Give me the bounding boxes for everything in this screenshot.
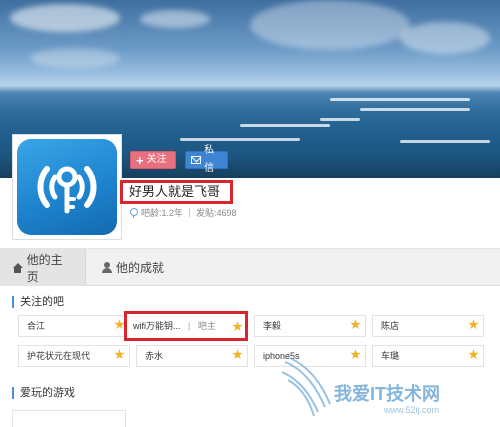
banner-cloud: [10, 4, 120, 32]
bar-name: 合江: [27, 321, 46, 331]
follow-button-label: 关注: [146, 154, 167, 165]
user-icon: [102, 262, 112, 273]
tab-achievements-label: 他的成就: [116, 261, 165, 275]
follow-button[interactable]: + 关注: [130, 151, 176, 169]
gender-icon: [130, 208, 138, 218]
star-icon[interactable]: [232, 321, 243, 332]
wing-logo-icon: [281, 357, 331, 417]
mail-icon: [191, 156, 202, 164]
bar-name: 赤水: [145, 351, 164, 361]
banner-wave: [400, 140, 490, 143]
profile-tabs: 他的主页 他的成就: [0, 248, 500, 286]
banner-wave: [360, 108, 470, 111]
star-icon[interactable]: [114, 349, 125, 360]
bar-age: 吧龄:1.2年: [141, 208, 184, 218]
followed-bar-item[interactable]: 护花状元在现代: [18, 345, 130, 367]
chip-divider: |: [188, 321, 191, 331]
username: 好男人就是飞哥: [120, 180, 233, 204]
banner-wave: [320, 118, 360, 121]
game-card[interactable]: [12, 410, 126, 427]
bar-role-tag: 吧主: [197, 321, 216, 331]
followed-bar-item[interactable]: 陈店: [372, 315, 484, 337]
bar-name: 陈店: [381, 321, 400, 331]
followed-bar-item[interactable]: 合江: [18, 315, 130, 337]
banner-wave: [330, 98, 470, 101]
followed-bar-item[interactable]: 赤水: [136, 345, 248, 367]
followed-bar-item[interactable]: 李毅: [254, 315, 366, 337]
tab-home-label: 他的主页: [26, 252, 63, 284]
plus-icon: +: [136, 152, 144, 168]
post-count: 发贴:4698: [196, 208, 237, 218]
profile-meta: 吧龄:1.2年 发贴:4698: [130, 206, 237, 219]
message-button-label: 私信: [204, 145, 215, 174]
avatar[interactable]: [12, 134, 122, 240]
banner-cloud: [140, 10, 210, 28]
wifi-key-icon: [37, 166, 97, 214]
banner-wave: [180, 138, 300, 141]
star-icon[interactable]: [350, 319, 361, 330]
banner-cloud: [250, 0, 410, 50]
star-icon[interactable]: [468, 319, 479, 330]
banner-wave: [240, 124, 330, 127]
games-title: 爱玩的游戏: [12, 387, 75, 399]
star-icon[interactable]: [232, 349, 243, 360]
banner-cloud: [30, 48, 120, 68]
site-watermark: 我爱IT技术网 www.52ij.com: [280, 352, 495, 424]
home-icon: [12, 262, 23, 273]
watermark-text: 我爱IT技术网: [334, 384, 440, 404]
meta-divider: [189, 208, 191, 217]
tab-home[interactable]: 他的主页: [0, 249, 86, 286]
tab-achievements[interactable]: 他的成就: [90, 249, 176, 286]
followed-bar-item[interactable]: wifi万能钥... | 吧主: [124, 311, 248, 341]
banner-cloud: [400, 22, 490, 54]
bar-name: 李毅: [263, 321, 282, 331]
watermark-url: www.52ij.com: [384, 405, 440, 415]
bar-name: 护花状元在现代: [27, 351, 91, 361]
followed-bars-title: 关注的吧: [12, 296, 64, 308]
wifi-key-logo-icon: [17, 139, 117, 235]
bar-name: wifi万能钥...: [133, 321, 181, 331]
message-button[interactable]: 私信: [185, 145, 228, 174]
